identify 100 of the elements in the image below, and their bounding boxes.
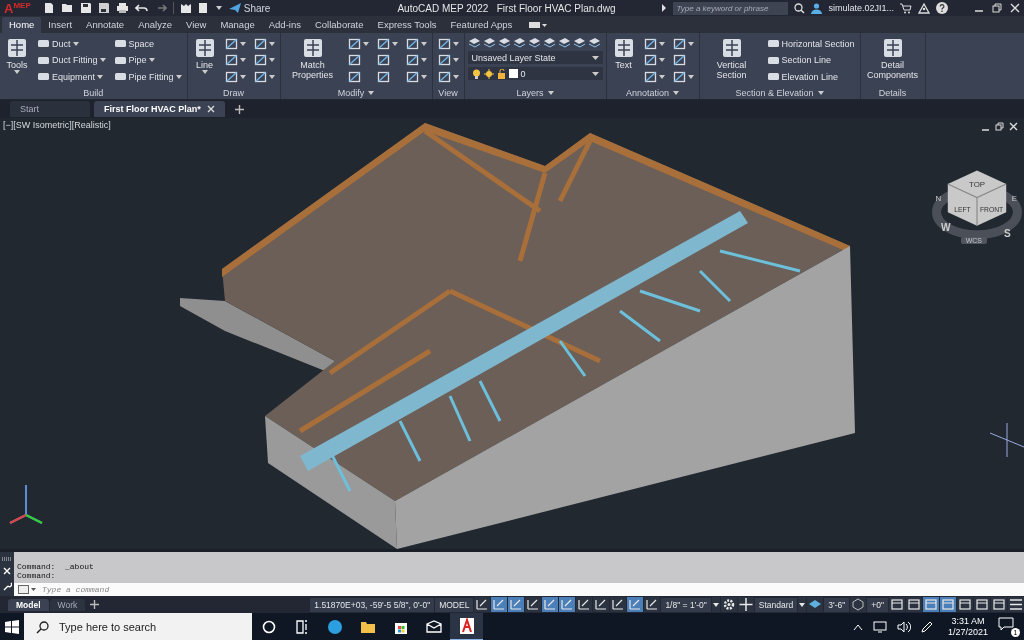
model-space-button[interactable]: MODEL bbox=[435, 597, 474, 612]
ribbon-tab[interactable]: Annotate bbox=[79, 17, 132, 33]
wrench-icon[interactable] bbox=[2, 581, 12, 591]
cart-icon[interactable] bbox=[900, 2, 912, 14]
caret-icon[interactable] bbox=[452, 74, 459, 79]
panel-title[interactable]: Details bbox=[863, 86, 922, 99]
ribbon-tab[interactable]: Express Tools bbox=[370, 17, 444, 33]
layer-tool-icon[interactable] bbox=[557, 36, 571, 48]
close-icon[interactable] bbox=[1010, 3, 1020, 13]
undo-icon[interactable] bbox=[134, 2, 148, 14]
caret-icon[interactable] bbox=[239, 58, 246, 62]
caret-icon[interactable] bbox=[817, 90, 824, 95]
caret-icon[interactable] bbox=[368, 90, 375, 95]
settings-icon[interactable] bbox=[720, 597, 737, 612]
caret-icon[interactable] bbox=[420, 74, 427, 79]
panel-title[interactable]: Build bbox=[3, 86, 184, 99]
save-as-icon[interactable] bbox=[97, 2, 110, 14]
layer-color-swatch[interactable] bbox=[508, 69, 518, 78]
caret-icon[interactable] bbox=[687, 41, 694, 46]
caret-icon[interactable] bbox=[658, 41, 665, 46]
save-icon[interactable] bbox=[79, 2, 92, 14]
panel-title[interactable]: Annotation bbox=[609, 86, 696, 99]
taskbar-clock[interactable]: 3:31 AM 1/27/2021 bbox=[947, 616, 988, 638]
caret-icon[interactable] bbox=[452, 41, 459, 46]
layer-tool-icon[interactable] bbox=[512, 36, 526, 48]
ribbon-button[interactable]: Elevation Line bbox=[764, 69, 857, 84]
caret-icon[interactable] bbox=[391, 41, 398, 46]
ribbon-button[interactable]: Space bbox=[111, 36, 184, 51]
status-toggle-icon[interactable] bbox=[508, 597, 525, 612]
layer-tool-icon[interactable] bbox=[467, 36, 481, 48]
caret-icon[interactable] bbox=[201, 70, 208, 74]
status-tool-icon[interactable] bbox=[889, 597, 905, 612]
caret-icon[interactable] bbox=[420, 58, 427, 62]
ribbon-tab[interactable]: Home bbox=[2, 17, 42, 33]
pen-icon[interactable] bbox=[920, 621, 933, 633]
ribbon-button[interactable]: Equipment bbox=[35, 69, 108, 84]
new-file-icon[interactable] bbox=[42, 2, 55, 14]
taskbar-app-button[interactable] bbox=[450, 613, 483, 640]
caret-icon[interactable] bbox=[239, 74, 246, 79]
grip-icon[interactable] bbox=[2, 557, 12, 562]
panel-title[interactable]: Modify bbox=[283, 86, 429, 99]
ribbon-button[interactable]: Pipe bbox=[111, 52, 184, 68]
triangle-network-icon[interactable] bbox=[918, 2, 930, 14]
add-layout-icon[interactable] bbox=[90, 600, 100, 609]
layer-tool-icon[interactable] bbox=[527, 36, 541, 48]
layer-tool-icon[interactable] bbox=[587, 36, 601, 48]
ribbon-button[interactable]: Duct Fitting bbox=[35, 52, 108, 68]
caret-icon[interactable] bbox=[268, 74, 275, 79]
layer-tool-icon[interactable] bbox=[482, 36, 496, 48]
new-tab-icon[interactable] bbox=[234, 104, 244, 114]
viewport-controls[interactable]: [−][SW Isometric][Realistic] bbox=[3, 120, 111, 130]
close-icon[interactable] bbox=[1009, 122, 1018, 131]
status-tool-icon[interactable] bbox=[974, 597, 990, 612]
ribbon-tab[interactable]: Analyze bbox=[131, 17, 179, 33]
display-style-dropdown[interactable]: Standard bbox=[754, 597, 798, 612]
ribbon-button[interactable]: Pipe Fitting bbox=[111, 69, 184, 84]
status-toggle-icon[interactable] bbox=[610, 597, 627, 612]
caret-icon[interactable] bbox=[268, 41, 275, 46]
status-toggle-icon[interactable] bbox=[542, 597, 559, 612]
taskbar-search-box[interactable]: Type here to search bbox=[24, 613, 252, 640]
ribbon-button[interactable]: Horizontal Section bbox=[764, 36, 857, 51]
caret-up-icon[interactable] bbox=[852, 623, 863, 631]
status-toggle-icon[interactable] bbox=[559, 597, 576, 612]
restore-icon[interactable] bbox=[992, 3, 1002, 13]
ribbon-tab[interactable]: Collaborate bbox=[307, 17, 371, 33]
sun-icon[interactable] bbox=[483, 68, 494, 79]
status-toggle-icon[interactable] bbox=[525, 597, 542, 612]
network-icon[interactable] bbox=[872, 621, 887, 633]
status-toggle-icon[interactable] bbox=[644, 597, 661, 612]
caret-icon[interactable] bbox=[547, 90, 554, 95]
caret-icon[interactable] bbox=[268, 58, 275, 62]
ribbon-large-button[interactable]: Vertical Section bbox=[702, 36, 761, 84]
caret-icon[interactable] bbox=[452, 58, 459, 62]
ribbon-tab[interactable]: Add-ins bbox=[261, 17, 308, 33]
ribbon-button[interactable]: Duct bbox=[35, 36, 108, 51]
padlock-icon[interactable] bbox=[496, 68, 506, 79]
caret-icon[interactable] bbox=[420, 41, 427, 46]
caret-icon[interactable] bbox=[591, 71, 599, 76]
ribbon-large-button[interactable]: Match Properties bbox=[283, 36, 342, 84]
user-account-menu[interactable]: simulate.02JI1... bbox=[828, 3, 894, 13]
status-tool-icon[interactable] bbox=[957, 597, 973, 612]
caret-icon[interactable] bbox=[72, 41, 79, 46]
caret-icon[interactable] bbox=[658, 58, 665, 62]
start-button-icon[interactable] bbox=[5, 620, 19, 634]
ribbon-button[interactable]: Section Line bbox=[764, 52, 857, 68]
document-icon[interactable] bbox=[197, 2, 209, 14]
command-input[interactable]: Type a command bbox=[40, 584, 1024, 595]
layout-tab[interactable]: Work bbox=[49, 598, 86, 611]
layer-state-dropdown[interactable]: Unsaved Layer State bbox=[467, 51, 603, 64]
cut-plane-readout[interactable]: 3'-6" bbox=[824, 597, 850, 612]
search-icon[interactable] bbox=[794, 2, 806, 14]
caret-icon[interactable] bbox=[97, 74, 104, 79]
caret-icon[interactable] bbox=[658, 74, 665, 79]
caret-icon[interactable] bbox=[711, 597, 720, 612]
share-button[interactable]: Share bbox=[228, 2, 271, 14]
status-toggle-icon[interactable] bbox=[474, 597, 491, 612]
status-tool-icon[interactable] bbox=[991, 597, 1007, 612]
annotation-scale-dropdown[interactable]: 1/8" = 1'-0" bbox=[661, 597, 711, 612]
caret-icon[interactable] bbox=[687, 74, 694, 79]
ribbon-tab[interactable]: Featured Apps bbox=[443, 17, 520, 33]
